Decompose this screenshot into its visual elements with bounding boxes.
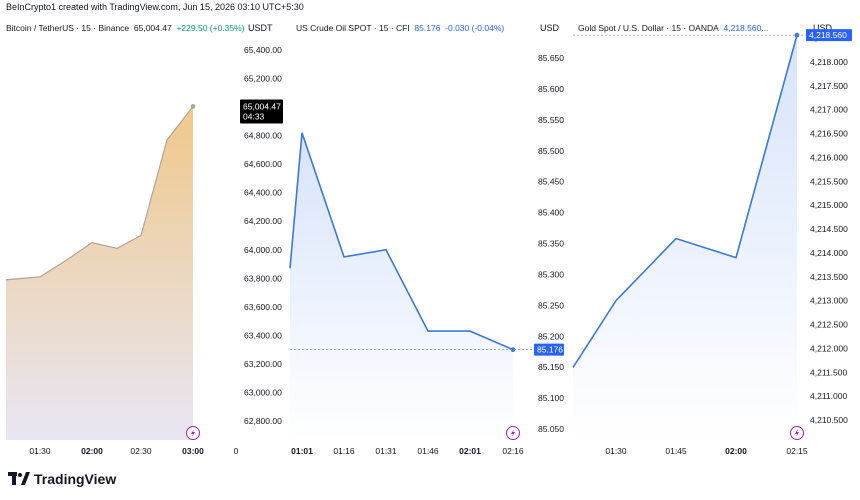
btc-x-tick-label: 02:30: [130, 446, 152, 456]
oil-y-tick-label: 85.600: [538, 84, 564, 94]
gold-y-tick-label: 4,215.000: [810, 200, 848, 210]
oil-x-tick-label: 01:01: [291, 446, 313, 456]
btc-countdown-label: 04:33: [243, 111, 265, 121]
btc-y-tick-label: 65,400.00: [244, 45, 282, 55]
gold-y-tick-label: 4,217.000: [810, 105, 848, 115]
oil-x-tick-label: 02:01: [459, 446, 481, 456]
gold-area-fill: [573, 35, 797, 440]
btc-y-tick-label: 63,800.00: [244, 273, 282, 283]
gold-y-tick-label: 4,212.000: [810, 343, 848, 353]
btc-x-tick-label: 02:00: [81, 446, 103, 456]
btc-y-tick-label: 63,000.00: [244, 387, 282, 397]
tradingview-logo: TradingView: [8, 471, 116, 487]
btc-y-tick-label: 64,800.00: [244, 131, 282, 141]
btc-y-tick-label: 64,000.00: [244, 245, 282, 255]
btc-point: [190, 104, 196, 109]
gold-y-tick-label: 4,213.500: [810, 272, 848, 282]
tradingview-logo-icon: [8, 472, 30, 485]
gold-y-tick-label: 4,212.500: [810, 320, 848, 330]
btc-x-tick-label: 01:30: [29, 446, 51, 456]
oil-area-fill: [290, 132, 513, 440]
oil-y-tick-label: 85.200: [538, 331, 564, 341]
gold-y-tick-label: 4,210.500: [810, 415, 848, 425]
btc-x-tick-label: 03:00: [182, 446, 204, 456]
oil-x-tick-label: 02:16: [502, 446, 524, 456]
oil-y-tick-label: 85.650: [538, 53, 564, 63]
oil-y-tick-label: 85.550: [538, 115, 564, 125]
btc-y-tick-label: 64,400.00: [244, 188, 282, 198]
gold-y-tick-label: 4,211.500: [810, 367, 847, 377]
gold-x-tick-label: 01:30: [605, 446, 627, 456]
oil-y-tick-label: 85.450: [538, 177, 564, 187]
oil-last-price-label: 85.176: [537, 345, 563, 355]
gold-y-tick-label: 4,215.500: [810, 176, 848, 186]
gold-y-tick-label: 4,218.000: [810, 57, 848, 67]
oil-y-tick-label: 85.250: [538, 300, 564, 310]
oil-y-tick-label: 85.350: [538, 239, 564, 249]
btc-y-tick-label: 64,200.00: [244, 216, 282, 226]
gold-y-tick-label: 4,211.000: [810, 391, 847, 401]
gold-y-tick-label: 4,214.500: [810, 224, 848, 234]
btc-x-tick-label: 0: [234, 446, 239, 456]
btc-last-price-label: 65,004.47: [243, 101, 281, 111]
tradingview-brand: TradingView: [34, 471, 117, 487]
gold-y-tick-label: 4,214.000: [810, 248, 848, 258]
gold-y-tick-label: 4,217.500: [810, 81, 848, 91]
oil-y-tick-label: 85.050: [538, 424, 564, 434]
oil-x-tick-label: 01:31: [375, 446, 397, 456]
btc-area-fill: [6, 106, 193, 440]
oil-y-tick-label: 85.400: [538, 208, 564, 218]
btc-y-tick-label: 64,600.00: [244, 159, 282, 169]
oil-y-tick-label: 85.300: [538, 269, 564, 279]
gold-x-tick-label: 01:45: [665, 446, 687, 456]
btc-y-tick-label: 63,200.00: [244, 359, 282, 369]
gold-y-tick-label: 4,213.000: [810, 296, 848, 306]
gold-y-tick-label: 4,216.500: [810, 129, 848, 139]
gold-x-tick-label: 02:15: [786, 446, 808, 456]
oil-x-tick-label: 01:46: [417, 446, 439, 456]
oil-y-tick-label: 85.100: [538, 393, 564, 403]
oil-y-tick-label: 85.500: [538, 146, 564, 156]
btc-y-tick-label: 63,600.00: [244, 302, 282, 312]
btc-y-tick-label: 65,200.00: [244, 74, 282, 84]
btc-y-tick-label: 63,400.00: [244, 330, 282, 340]
gold-last-price-label: 4,218.560: [809, 30, 847, 40]
gold-x-tick-label: 02:00: [725, 446, 747, 456]
btc-y-tick-label: 62,800.00: [244, 416, 282, 426]
oil-x-tick-label: 01:16: [333, 446, 355, 456]
charts-canvas: 62,800.00 63,000.00 63,200.00 63,400.00 63,6…: [5, 29, 852, 456]
gold-y-tick-label: 4,216.000: [810, 152, 848, 162]
oil-y-tick-label: 85.150: [538, 362, 564, 372]
